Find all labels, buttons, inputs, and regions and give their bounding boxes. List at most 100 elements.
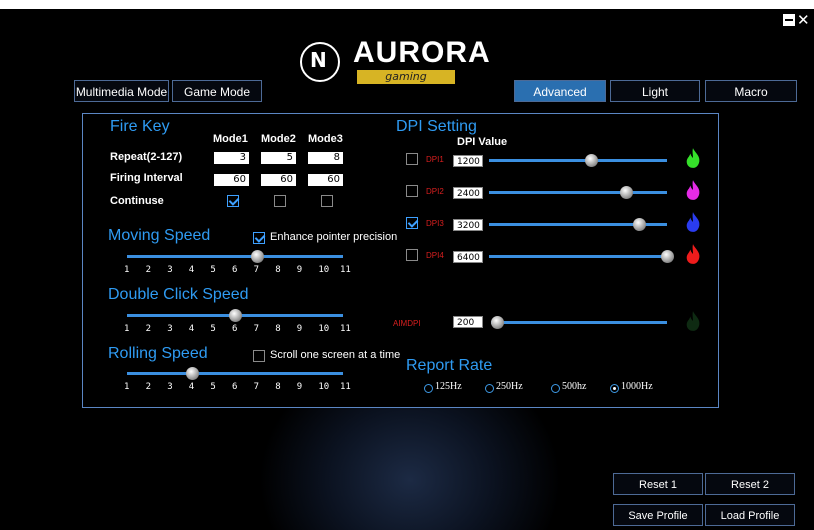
continue-mode3-checkbox[interactable]: [321, 195, 333, 207]
slider-tick-label: 2: [145, 324, 152, 334]
repeat-label: Repeat(2-127): [110, 151, 183, 163]
reset2-button[interactable]: Reset 2: [705, 473, 795, 495]
slider-tick-label: 4: [188, 324, 195, 334]
dpi-row-checkbox[interactable]: [406, 249, 418, 261]
logo-letter: N: [310, 48, 327, 72]
minimize-button[interactable]: [783, 14, 795, 26]
repeat-mode3-input[interactable]: 8: [308, 152, 343, 164]
tab-macro[interactable]: Macro: [705, 80, 797, 102]
dpi-row-flame-icon: [686, 180, 700, 200]
dpi-row-input[interactable]: 6400: [453, 251, 483, 263]
scroll-screen-label: Scroll one screen at a time: [270, 349, 401, 361]
dpi-row-flame-icon: [686, 212, 700, 232]
moving-speed-slider[interactable]: 1 2 3 4 5 6 7 8 9 10 11: [124, 250, 351, 280]
slider-tick-label: 8: [275, 382, 281, 392]
dpi-row-track: [489, 159, 667, 162]
report-rate-radio[interactable]: [551, 384, 560, 393]
slider-tick-label: 10: [318, 265, 330, 275]
rolling-speed-title: Rolling Speed: [108, 345, 208, 362]
reset1-button[interactable]: Reset 1: [613, 473, 703, 495]
slider-tick-label: 11: [340, 265, 351, 275]
slider-tick-label: 6: [232, 324, 238, 334]
dpi-row-input[interactable]: 2400: [453, 187, 483, 199]
dpi-row-slider-knob[interactable]: [661, 250, 674, 263]
mode3-header: Mode3: [308, 133, 343, 145]
dpi-row-checkbox[interactable]: [406, 185, 418, 197]
slider-tick-label: 5: [210, 382, 216, 392]
report-rate-label: 1000Hz: [621, 381, 653, 392]
moving-speed-title: Moving Speed: [108, 227, 211, 244]
slider-tick-label: 9: [296, 265, 303, 275]
close-button[interactable]: ✕: [797, 13, 810, 28]
mode2-header: Mode2: [261, 133, 296, 145]
dpi-row-checkbox[interactable]: [406, 217, 418, 229]
slider-knob[interactable]: [250, 250, 264, 263]
interval-mode3-input[interactable]: 60: [308, 174, 343, 186]
tab-light[interactable]: Light: [610, 80, 700, 102]
report-rate-radio[interactable]: [424, 384, 433, 393]
report-rate-label: 500hz: [562, 381, 587, 392]
logo-subtitle: gaming: [357, 70, 455, 84]
dpi-row-slider-knob[interactable]: [585, 154, 599, 167]
app-window: ✕ N AURORA gaming Multimedia Mode Game M…: [0, 0, 814, 530]
double-click-slider[interactable]: 1 2 3 4 5 6 7 8 9 10 11: [124, 309, 351, 339]
dpi-row-label: DPI2: [426, 187, 444, 196]
enhance-precision-checkbox[interactable]: [253, 232, 265, 244]
report-rate-title: Report Rate: [406, 357, 493, 374]
save-profile-button[interactable]: Save Profile: [613, 504, 703, 526]
dpi-row-checkbox[interactable]: [406, 153, 418, 165]
tab-multimedia-mode[interactable]: Multimedia Mode: [74, 80, 169, 102]
slider-tick-label: 8: [275, 324, 281, 334]
continue-label: Continuse: [110, 195, 164, 207]
firing-interval-label: Firing Interval: [110, 172, 183, 184]
slider-tick-label: 7: [253, 324, 260, 334]
dpi-row-slider-knob[interactable]: [619, 186, 633, 199]
logo-name: AURORA: [353, 36, 491, 69]
tab-advanced[interactable]: Advanced: [514, 80, 606, 102]
continue-mode2-checkbox[interactable]: [274, 195, 286, 207]
dpi-row-label: DPI1: [426, 155, 444, 164]
load-profile-button[interactable]: Load Profile: [705, 504, 795, 526]
slider-tick-label: 3: [167, 324, 173, 334]
slider-knob[interactable]: [185, 367, 199, 380]
fire-key-title: Fire Key: [110, 118, 170, 135]
slider-tick-label: 7: [253, 382, 260, 392]
rolling-speed-slider[interactable]: 1 2 3 4 5 6 7 8 9 10 11: [124, 367, 351, 397]
double-click-title: Double Click Speed: [108, 286, 249, 303]
mode1-header: Mode1: [213, 133, 248, 145]
slider-track: [127, 372, 343, 375]
scroll-screen-checkbox[interactable]: [253, 350, 265, 362]
repeat-mode1-input[interactable]: 3: [214, 152, 249, 164]
aimdpi-input[interactable]: 200: [453, 316, 483, 328]
slider-tick-label: 5: [210, 265, 216, 275]
dpi-row-label: DPI4: [426, 251, 444, 260]
dpi-setting-title: DPI Setting: [396, 118, 477, 135]
slider-tick-label: 2: [145, 382, 152, 392]
slider-tick-label: 4: [188, 382, 195, 392]
dpi-row-input[interactable]: 3200: [453, 219, 483, 231]
slider-tick-label: 6: [232, 382, 238, 392]
aimdpi-track: [491, 321, 667, 324]
report-rate-radio[interactable]: [485, 384, 494, 393]
dpi-row-input[interactable]: 1200: [453, 155, 483, 167]
slider-tick-label: 11: [340, 324, 351, 334]
continue-mode1-checkbox[interactable]: [227, 195, 239, 207]
tab-game-mode[interactable]: Game Mode: [172, 80, 262, 102]
dpi-row-flame-icon: [686, 244, 700, 264]
slider-tick-label: 7: [253, 265, 260, 275]
slider-track: [127, 255, 343, 258]
dpi-row-track: [489, 191, 667, 194]
logo: N AURORA gaming: [298, 36, 490, 90]
report-rate-label: 125Hz: [435, 381, 462, 392]
slider-tick-label: 4: [188, 265, 195, 275]
interval-mode1-input[interactable]: 60: [214, 174, 249, 186]
repeat-mode2-input[interactable]: 5: [261, 152, 296, 164]
aimdpi-flame-icon: [686, 311, 700, 331]
dpi-row-slider-knob[interactable]: [633, 218, 647, 231]
slider-tick-label: 3: [167, 382, 173, 392]
aimdpi-slider-knob[interactable]: [491, 316, 504, 329]
report-rate-radio[interactable]: [610, 384, 619, 393]
slider-knob[interactable]: [229, 309, 242, 322]
slider-tick-label: 2: [145, 265, 152, 275]
interval-mode2-input[interactable]: 60: [261, 174, 296, 186]
